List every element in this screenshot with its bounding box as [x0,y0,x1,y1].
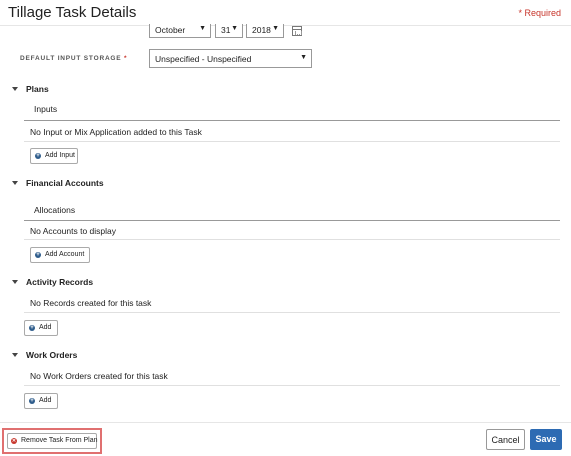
add-activity-button[interactable]: + Add [24,320,58,336]
chevron-down-icon: ▼ [231,25,238,32]
year-select[interactable]: 2018 ▼ [246,24,284,38]
section-activity-title: Activity Records [26,277,94,287]
section-financial-title: Financial Accounts [26,178,104,188]
inputs-label: Inputs [34,104,58,114]
add-account-label: Add Account [45,251,85,258]
cancel-button[interactable]: Cancel [486,429,525,450]
year-value: 2018 [252,25,271,35]
work-orders-divider [24,385,560,386]
day-select[interactable]: 31 ▼ [215,24,243,38]
chevron-down-icon: ▼ [272,25,279,32]
storage-label: DEFAULT INPUT STORAGE * [20,55,127,62]
task-details-modal: Tillage Task Details * Required October … [0,0,571,456]
plus-icon: + [29,325,35,331]
add-input-button[interactable]: + Add Input [30,148,78,164]
activity-divider [24,312,560,313]
calendar-icon[interactable] [292,26,302,36]
collapse-triangle-icon [12,353,18,357]
chevron-down-icon: ▼ [199,25,206,32]
add-activity-label: Add [39,324,52,331]
plus-icon: + [29,398,35,404]
add-input-label: Add Input [45,152,75,159]
modal-title: Tillage Task Details [8,4,137,21]
inputs-divider [24,120,560,121]
collapse-triangle-icon [12,280,18,284]
save-button[interactable]: Save [530,429,562,450]
storage-value: Unspecified - Unspecified [155,54,252,64]
chevron-down-icon: ▼ [300,54,307,61]
section-work-orders-header[interactable]: Work Orders [12,350,77,360]
remove-task-label: Remove Task From Plan [21,437,98,444]
allocations-divider [24,220,560,221]
activity-empty-message: No Records created for this task [30,298,152,308]
plus-icon: + [35,153,41,159]
section-plans-title: Plans [26,84,49,94]
collapse-triangle-icon [12,181,18,185]
section-financial-header[interactable]: Financial Accounts [12,178,104,188]
collapse-triangle-icon [12,87,18,91]
add-account-button[interactable]: + Add Account [30,247,90,263]
remove-highlight: ✕ Remove Task From Plan [2,428,102,454]
required-note: * Required [518,8,561,18]
day-value: 31 [221,25,231,35]
section-plans-header[interactable]: Plans [12,84,49,94]
financial-divider [24,239,560,240]
plans-divider [24,141,560,142]
plans-empty-message: No Input or Mix Application added to thi… [30,127,202,137]
work-orders-empty-message: No Work Orders created for this task [30,371,168,381]
storage-select[interactable]: Unspecified - Unspecified ▼ [149,49,312,68]
close-icon: ✕ [11,438,17,444]
month-value: October [155,25,186,35]
storage-label-text: DEFAULT INPUT STORAGE [20,55,122,62]
add-work-order-button[interactable]: + Add [24,393,58,409]
required-star: * [124,55,128,62]
add-work-order-label: Add [39,397,52,404]
section-work-orders-title: Work Orders [26,350,78,360]
modal-footer: ✕ Remove Task From Plan Cancel Save [0,422,571,456]
section-activity-header[interactable]: Activity Records [12,277,93,287]
modal-header: Tillage Task Details * Required [0,0,571,26]
modal-body[interactable]: October ▼ 31 ▼ 2018 ▼ DEFAULT INPUT STOR… [0,24,571,424]
plus-icon: + [35,252,41,258]
remove-task-button[interactable]: ✕ Remove Task From Plan [7,433,98,449]
month-select[interactable]: October ▼ [149,24,211,38]
financial-empty-message: No Accounts to display [30,226,116,236]
allocations-label: Allocations [34,205,76,215]
